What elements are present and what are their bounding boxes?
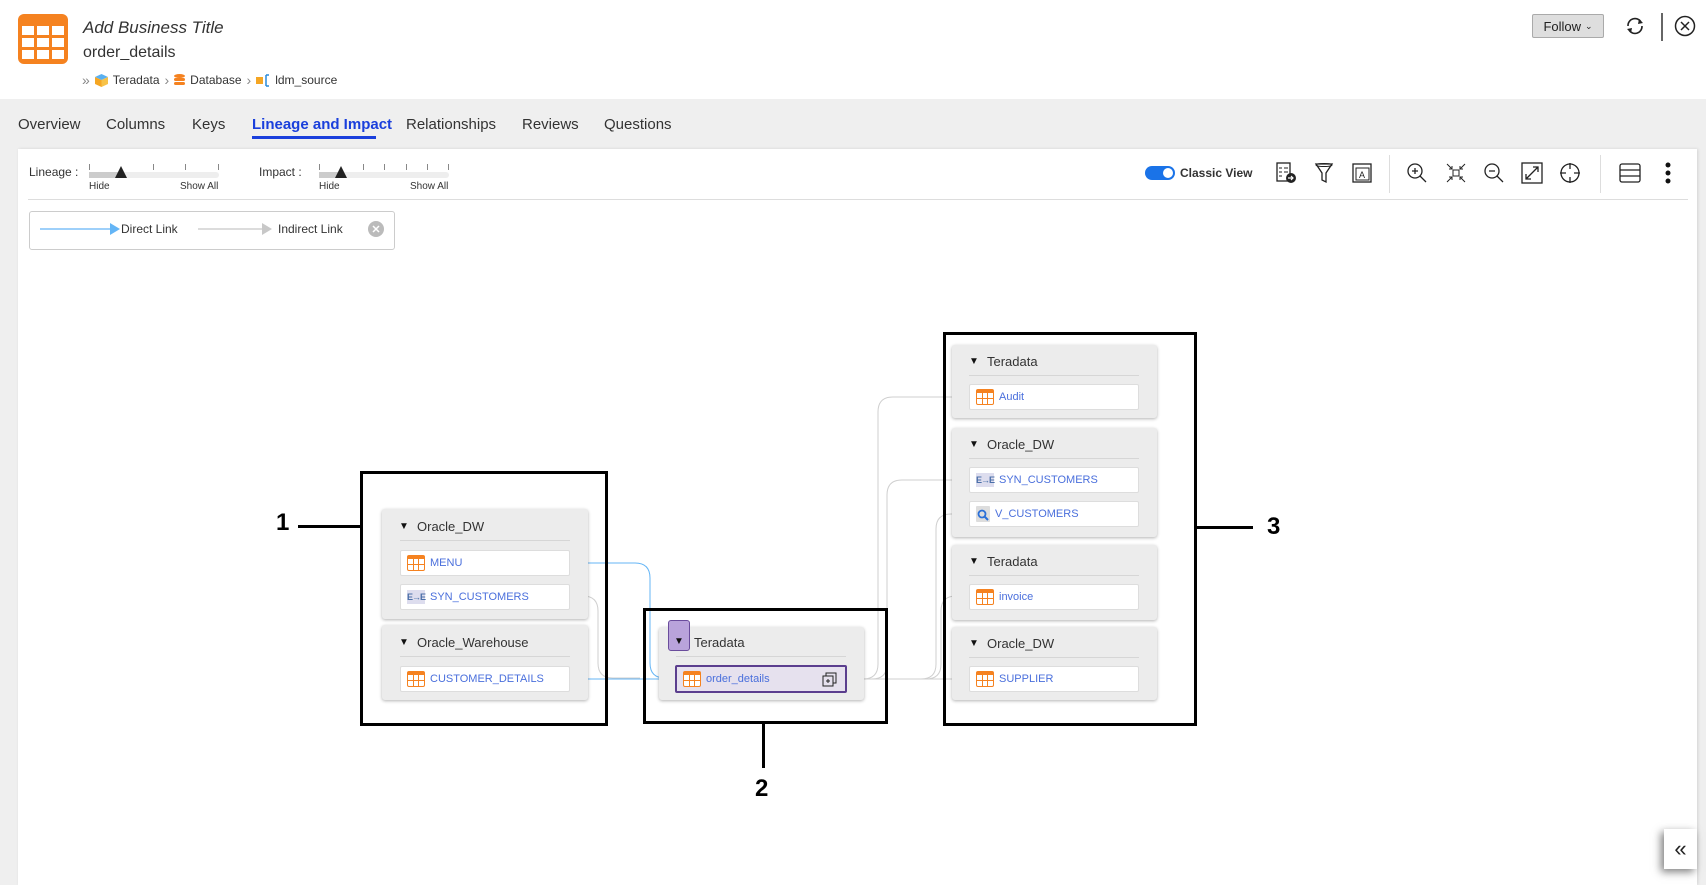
double-chevron-left-icon: « <box>1674 836 1687 861</box>
annotation-line-1 <box>298 525 360 528</box>
annotation-line-2 <box>762 724 765 768</box>
annotation-box-2 <box>643 608 888 724</box>
expand-side-panel-button[interactable]: « <box>1664 829 1697 869</box>
annotation-box-1 <box>360 471 608 726</box>
annotation-number-2: 2 <box>755 775 769 802</box>
lineage-connectors <box>569 392 970 684</box>
annotation-number-3: 3 <box>1267 513 1281 540</box>
annotation-number-1: 1 <box>276 509 290 536</box>
annotation-line-3 <box>1197 526 1253 529</box>
annotation-box-3 <box>943 332 1197 726</box>
